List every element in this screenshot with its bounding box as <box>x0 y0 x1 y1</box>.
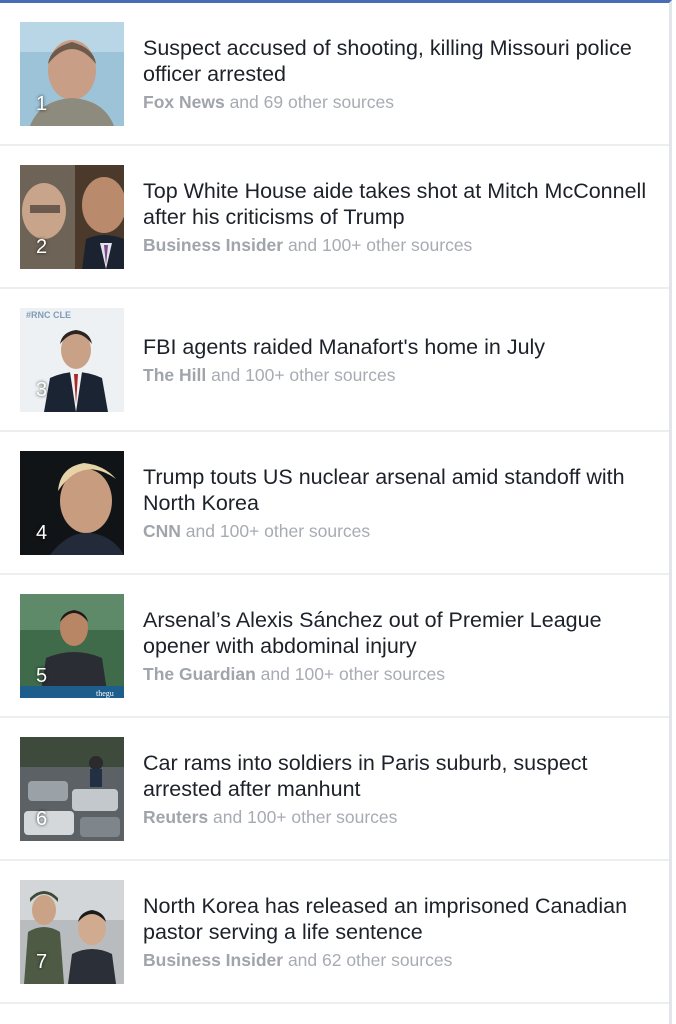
source-line: Business Insider and 62 other sources <box>143 949 653 971</box>
source-name[interactable]: Business Insider <box>143 235 283 255</box>
other-sources-count[interactable]: and 100+ other sources <box>288 235 472 255</box>
thumbnail-image[interactable]: 6 <box>20 736 124 841</box>
list-item[interactable]: thegu 5 Arsenal’s Alexis Sánchez out of … <box>0 575 669 718</box>
source-name[interactable]: The Hill <box>143 365 206 385</box>
watermark-text: thegu <box>96 689 114 698</box>
other-sources-count[interactable]: and 62 other sources <box>288 950 452 970</box>
headline-list: 1 Suspect accused of shooting, killing M… <box>0 3 669 1004</box>
rank-number: 7 <box>36 950 48 973</box>
list-item[interactable]: 7 North Korea has released an imprisoned… <box>0 861 669 1004</box>
source-line: CNN and 100+ other sources <box>143 520 653 542</box>
thumbnail-image[interactable]: 4 <box>20 450 124 555</box>
source-line: The Hill and 100+ other sources <box>143 364 653 386</box>
rank-number: 5 <box>36 664 48 687</box>
list-item[interactable]: 4 Trump touts US nuclear arsenal amid st… <box>0 432 669 575</box>
headline[interactable]: Top White House aide takes shot at Mitch… <box>143 178 653 230</box>
news-feed: 1 Suspect accused of shooting, killing M… <box>0 0 672 1024</box>
other-sources-count[interactable]: and 100+ other sources <box>213 807 397 827</box>
thumbnail-image[interactable]: 2 <box>20 164 124 269</box>
other-sources-count[interactable]: and 100+ other sources <box>261 664 445 684</box>
rank-number: 4 <box>36 521 48 544</box>
source-line: Reuters and 100+ other sources <box>143 806 653 828</box>
headline[interactable]: Trump touts US nuclear arsenal amid stan… <box>143 464 653 516</box>
source-name[interactable]: The Guardian <box>143 664 256 684</box>
headline[interactable]: North Korea has released an imprisoned C… <box>143 893 653 945</box>
source-name[interactable]: Fox News <box>143 92 225 112</box>
list-item[interactable]: 6 Car rams into soldiers in Paris suburb… <box>0 718 669 861</box>
source-line: Business Insider and 100+ other sources <box>143 234 653 256</box>
rank-number: 6 <box>36 807 48 830</box>
headline[interactable]: FBI agents raided Manafort's home in Jul… <box>143 334 653 360</box>
source-name[interactable]: Business Insider <box>143 950 283 970</box>
thumbnail-image[interactable]: #RNC CLE 3 <box>20 307 124 412</box>
other-sources-count[interactable]: and 100+ other sources <box>186 521 370 541</box>
rank-number: 1 <box>36 92 48 115</box>
list-item[interactable]: #RNC CLE 3 FBI agents raided Manafort's … <box>0 289 669 432</box>
thumbnail-image[interactable]: 7 <box>20 879 124 984</box>
headline[interactable]: Arsenal’s Alexis Sánchez out of Premier … <box>143 607 653 659</box>
other-sources-count[interactable]: and 100+ other sources <box>211 365 395 385</box>
rank-number: 3 <box>36 378 48 401</box>
source-name[interactable]: CNN <box>143 521 181 541</box>
headline[interactable]: Suspect accused of shooting, killing Mis… <box>143 35 653 87</box>
thumbnail-image[interactable]: 1 <box>20 21 124 126</box>
headline[interactable]: Car rams into soldiers in Paris suburb, … <box>143 750 653 802</box>
rank-number: 2 <box>36 235 48 258</box>
thumbnail-image[interactable]: thegu 5 <box>20 593 124 698</box>
watermark-text: #RNC CLE <box>26 310 71 320</box>
source-line: Fox News and 69 other sources <box>143 91 653 113</box>
other-sources-count[interactable]: and 69 other sources <box>230 92 394 112</box>
list-item[interactable]: 2 Top White House aide takes shot at Mit… <box>0 146 669 289</box>
source-line: The Guardian and 100+ other sources <box>143 663 653 685</box>
list-item[interactable]: 1 Suspect accused of shooting, killing M… <box>0 3 669 146</box>
source-name[interactable]: Reuters <box>143 807 208 827</box>
